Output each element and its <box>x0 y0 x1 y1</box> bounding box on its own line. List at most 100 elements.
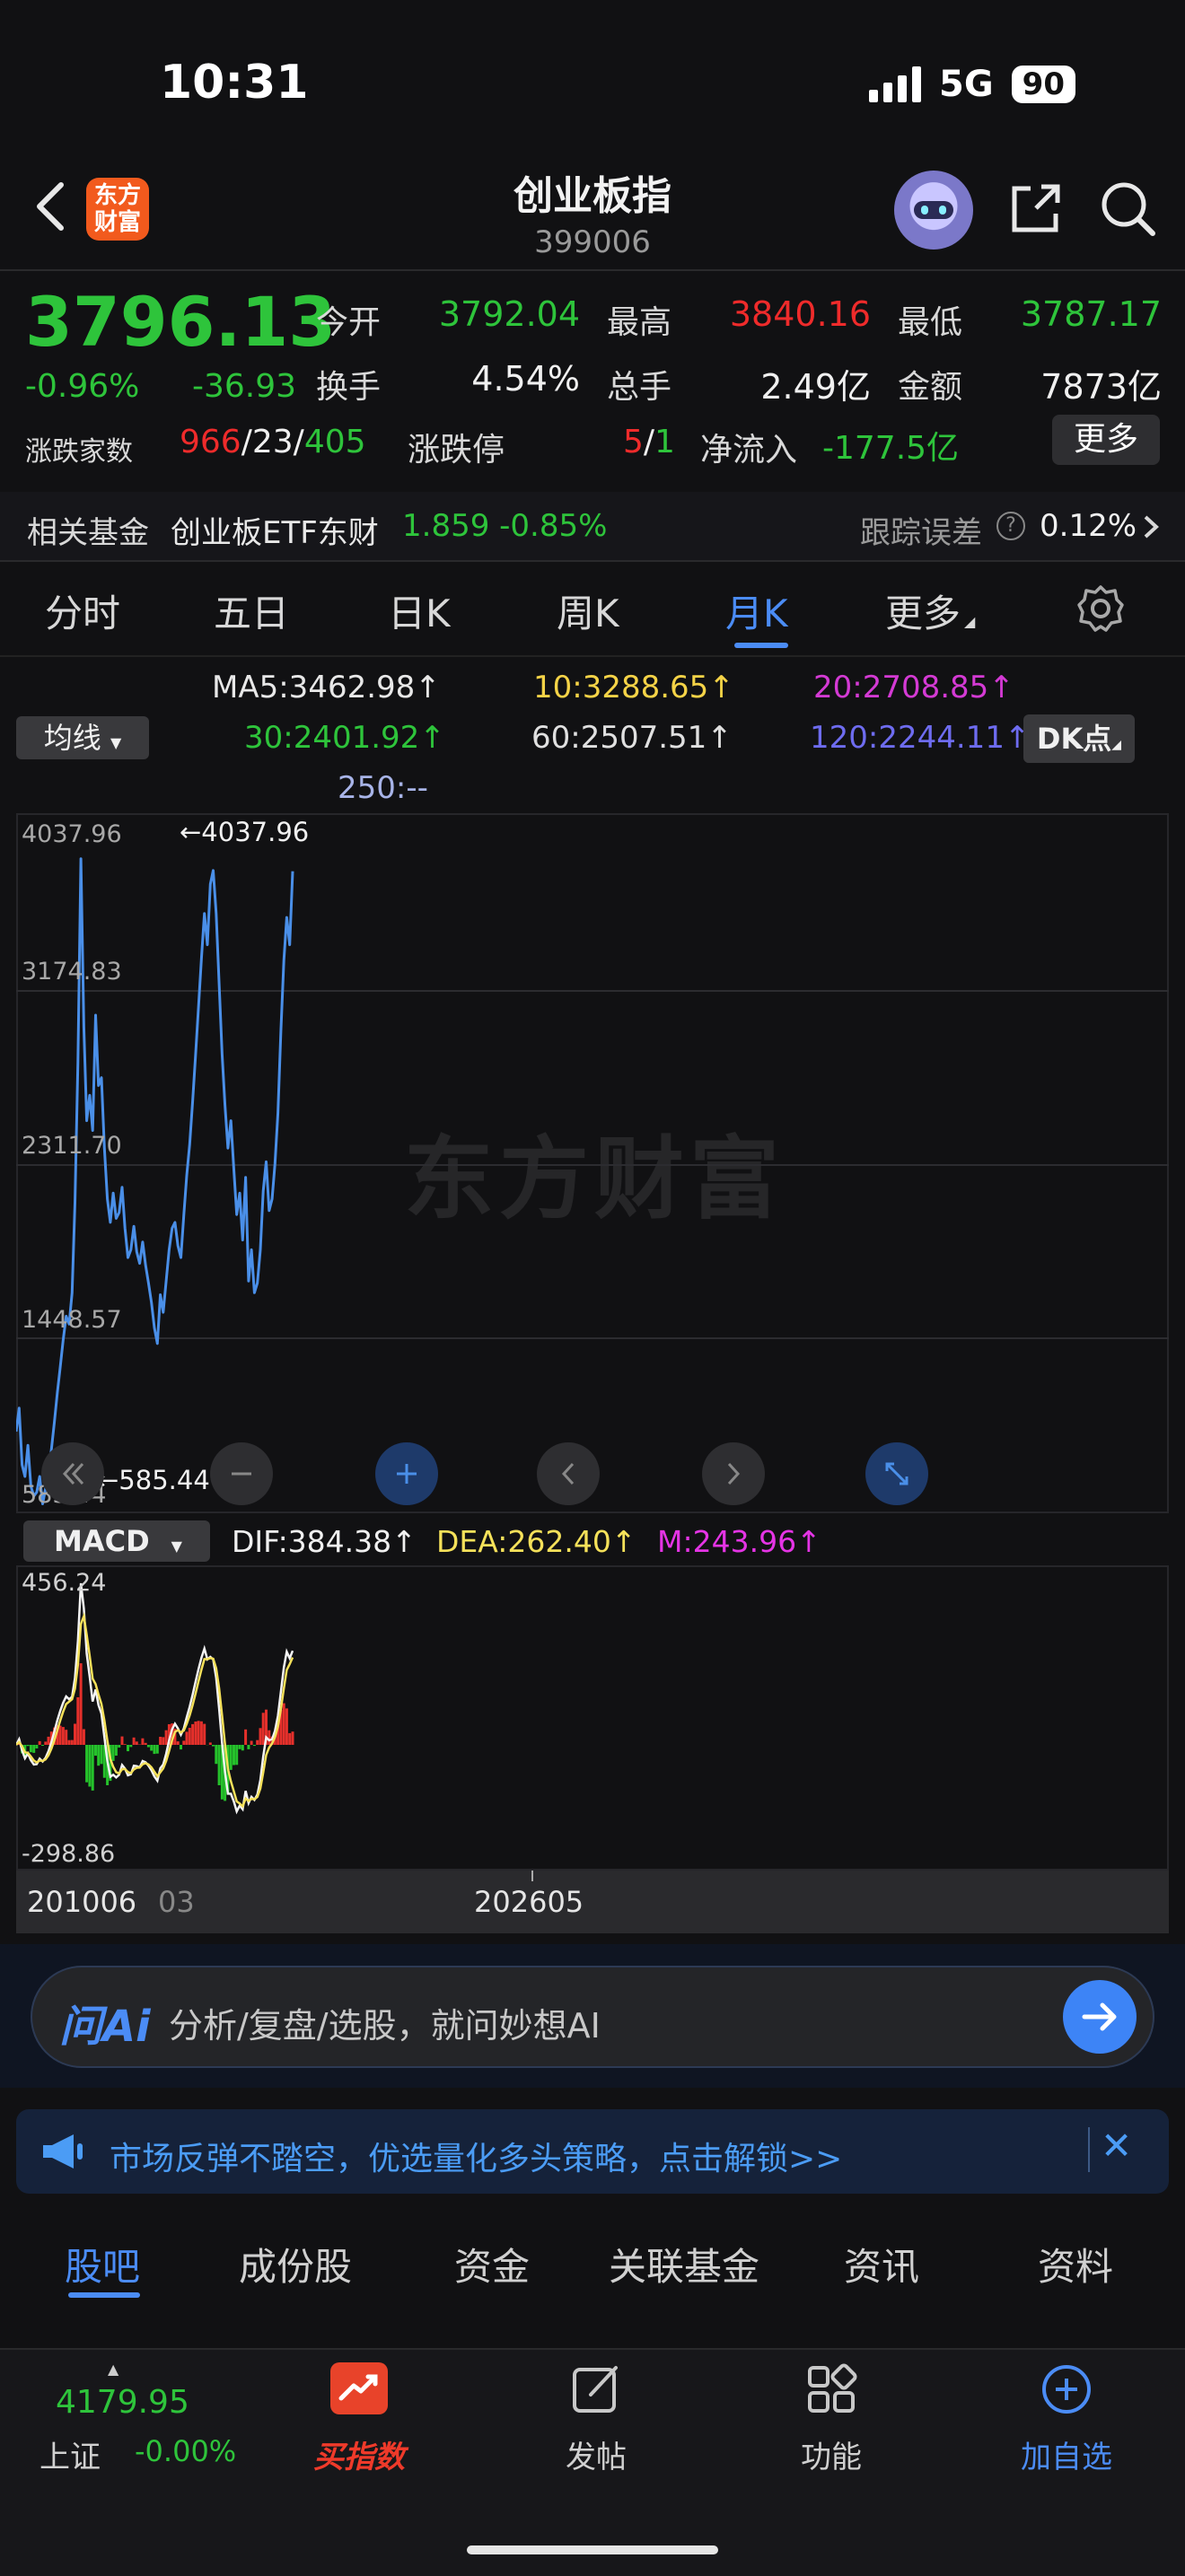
tab-monthly-k[interactable]: 月K <box>725 583 788 638</box>
tab-intraday[interactable]: 分时 <box>45 583 120 638</box>
divider <box>0 655 1185 657</box>
price-line-chart <box>16 813 1169 1513</box>
expand-icon[interactable] <box>865 1442 928 1505</box>
macd-histogram-bar <box>218 1745 221 1785</box>
change-amount: -36.93 <box>192 368 296 405</box>
macd-histogram-bar <box>180 1745 182 1749</box>
close-icon[interactable]: ✕ <box>1101 2124 1132 2168</box>
index-change: -0.00% <box>135 2434 236 2468</box>
tab-more[interactable]: 更多◢ <box>885 583 975 638</box>
functions-label[interactable]: 功能 <box>768 2432 894 2476</box>
buy-index-icon[interactable] <box>330 2362 388 2414</box>
buy-index-label[interactable]: 买指数 <box>296 2432 422 2476</box>
macd-dif: DIF:384.38↑ <box>232 1524 417 1559</box>
macd-histogram-bar <box>127 1745 129 1751</box>
updown-count-label: 涨跌家数 <box>25 429 133 469</box>
tab-constituents[interactable]: 成份股 <box>239 2237 352 2291</box>
change-percent: -0.96% <box>25 368 139 405</box>
open-label: 今开 <box>316 296 381 343</box>
macd-selector[interactable]: MACD ▼ <box>23 1520 210 1562</box>
macd-selector-label: MACD <box>54 1524 150 1558</box>
add-watchlist-label[interactable]: 加自选 <box>1004 2432 1129 2476</box>
date-partial: 03 <box>158 1885 195 1919</box>
tab-funds-flow[interactable]: 资金 <box>454 2237 530 2291</box>
active-tab-indicator <box>734 643 788 648</box>
tab-daily-k[interactable]: 日K <box>388 583 451 638</box>
promo-text[interactable]: 市场反弹不踏空，优选量化多头策略，点击解锁>> <box>110 2133 842 2179</box>
turnover-label: 换手 <box>316 361 381 407</box>
fund-name[interactable]: 创业板ETF东财 <box>171 508 379 552</box>
amount-value: 7873亿 <box>975 359 1162 408</box>
ma-selector[interactable]: 均线 ▼ <box>16 716 149 759</box>
network-type: 5G <box>939 64 994 105</box>
macd-histogram-bar <box>262 1713 265 1745</box>
netflow-value: -177.5亿 <box>822 422 959 469</box>
macd-histogram-bar <box>68 1740 71 1745</box>
macd-histogram-bar <box>268 1730 270 1745</box>
add-watchlist-icon[interactable] <box>1040 2362 1093 2416</box>
ai-logo: 问Ai <box>59 1991 151 2054</box>
macd-histogram-bar <box>41 1745 44 1746</box>
macd-histogram-bar <box>194 1722 197 1745</box>
divider <box>0 560 1185 562</box>
compose-icon[interactable] <box>569 2362 623 2416</box>
macd-histogram-bar <box>62 1727 65 1745</box>
more-button[interactable]: 更多 <box>1052 415 1160 465</box>
chevrons-left-icon[interactable] <box>41 1442 104 1505</box>
tab-five-day[interactable]: 五日 <box>214 583 289 638</box>
post-label[interactable]: 发帖 <box>533 2432 659 2476</box>
send-arrow-icon[interactable] <box>1063 1980 1137 2054</box>
macd-histogram-bar <box>92 1745 94 1791</box>
zoom-out-icon[interactable] <box>210 1442 273 1505</box>
dropdown-caret-icon: ▼ <box>171 1538 182 1555</box>
tab-news[interactable]: 资讯 <box>844 2237 919 2291</box>
tab-related-funds[interactable]: 关联基金 <box>609 2237 759 2291</box>
macd-histogram-bar <box>189 1728 191 1745</box>
status-time: 10:31 <box>160 56 309 110</box>
macd-histogram-bar <box>285 1708 288 1745</box>
share-icon[interactable] <box>1007 180 1065 237</box>
macd-histogram-bar <box>136 1741 138 1745</box>
fund-price: 1.859 -0.85% <box>402 508 607 544</box>
min-price-marker: ←585.44 <box>97 1465 210 1495</box>
ma-selector-label: 均线 <box>44 721 101 755</box>
macd-histogram-bar <box>233 1745 235 1766</box>
ma5-value: MA5:3462.98↑ <box>212 670 441 705</box>
macd-chart <box>16 1565 1169 1871</box>
macd-histogram-bar <box>154 1745 156 1754</box>
search-icon[interactable] <box>1097 178 1158 239</box>
chevron-right-icon[interactable] <box>1142 513 1162 540</box>
macd-histogram-bar <box>32 1745 35 1753</box>
index-name[interactable]: 上证 <box>40 2432 101 2476</box>
tracking-error-value: 0.12% <box>1040 508 1137 544</box>
macd-histogram-bar <box>85 1745 88 1783</box>
macd-histogram-bar <box>101 1745 103 1764</box>
macd-histogram-bar <box>241 1745 244 1750</box>
gear-icon[interactable] <box>1075 583 1126 634</box>
tab-profile[interactable]: 资料 <box>1038 2237 1113 2291</box>
limit-label: 涨跌停 <box>408 424 505 470</box>
macd-histogram-bar <box>256 1740 259 1745</box>
macd-histogram-bar <box>259 1728 262 1745</box>
ma20-value: 20:2708.85↑ <box>813 670 1014 705</box>
dropdown-caret-icon: ◢ <box>964 613 975 630</box>
tab-stock-forum[interactable]: 股吧 <box>65 2237 140 2291</box>
dk-point-button[interactable]: DK点◢ <box>1023 714 1135 763</box>
netflow-label: 净流入 <box>700 424 797 470</box>
index-value[interactable]: 4179.95 <box>56 2384 189 2421</box>
help-icon[interactable]: ? <box>996 512 1025 540</box>
chevron-right-icon[interactable] <box>702 1442 765 1505</box>
chevron-left-icon[interactable] <box>537 1442 600 1505</box>
ma120-value: 120:2244.11↑ <box>810 720 1030 756</box>
macd-histogram-bar <box>230 1745 233 1770</box>
ai-input-placeholder[interactable]: 分析/复盘/选股，就问妙想AI <box>169 1998 601 2047</box>
macd-histogram-bar <box>30 1745 32 1752</box>
macd-histogram-bar <box>186 1731 189 1745</box>
functions-grid-icon[interactable] <box>804 2362 858 2416</box>
tab-weekly-k[interactable]: 周K <box>557 583 619 638</box>
ma10-value: 10:3288.65↑ <box>533 670 734 705</box>
zoom-in-icon[interactable] <box>375 1442 438 1505</box>
macd-histogram-bar <box>74 1724 76 1746</box>
ai-assistant-icon[interactable] <box>894 171 973 250</box>
down-count: 405 <box>304 424 366 460</box>
